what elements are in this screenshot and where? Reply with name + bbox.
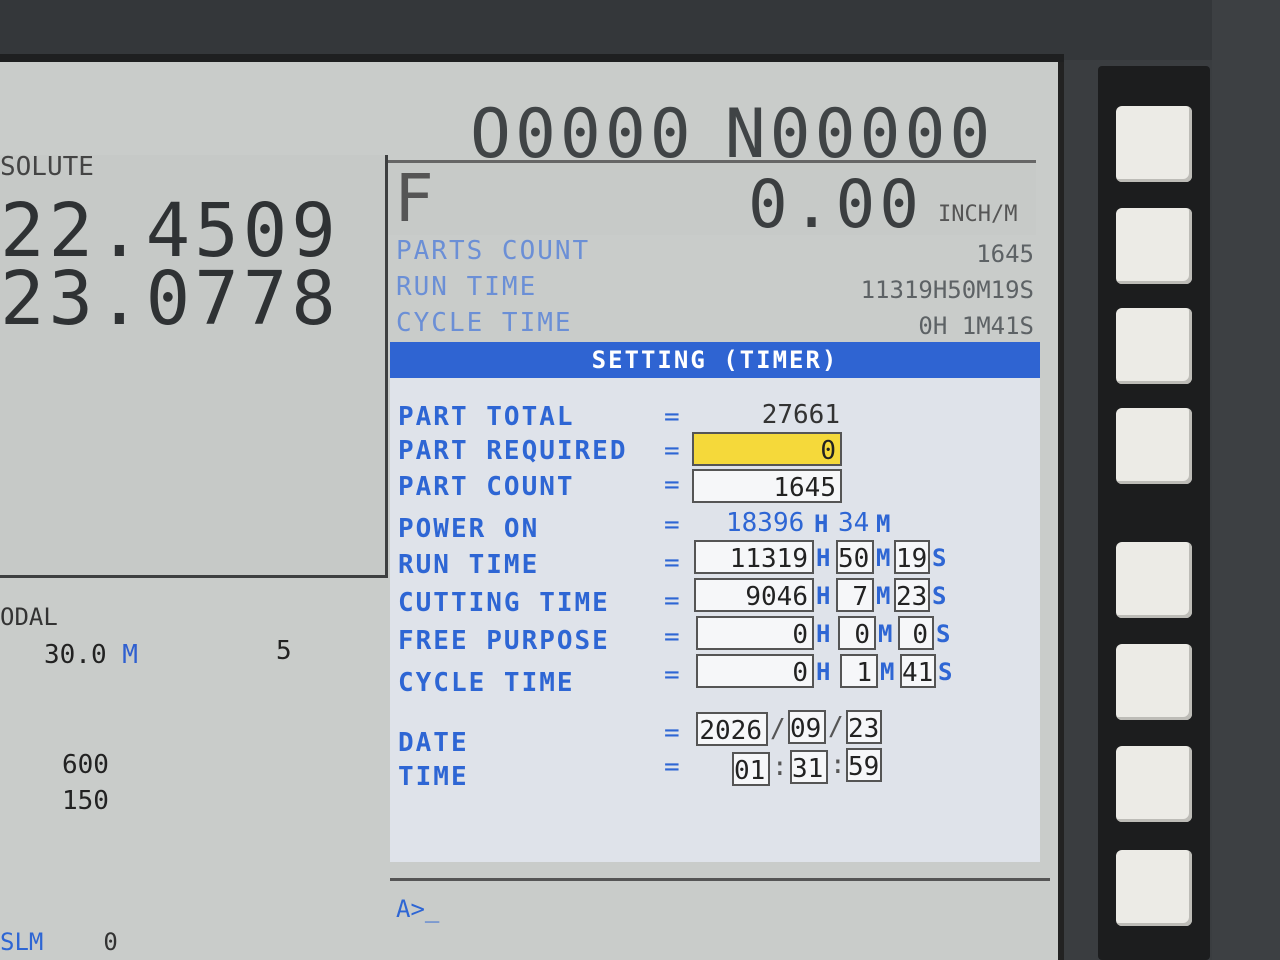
run-time-hours-field[interactable]: 11319 — [694, 540, 814, 574]
prompt-divider — [390, 878, 1050, 881]
minute-unit: M — [876, 582, 891, 610]
date-year-field[interactable]: 2026 — [696, 712, 768, 746]
hour-unit: H — [816, 658, 831, 686]
equals-sign: = — [664, 436, 680, 466]
free-purpose-minutes-field[interactable]: 0 — [838, 616, 876, 650]
power-on-minutes: 34 — [838, 508, 870, 538]
equals-sign: = — [664, 622, 680, 652]
minute-unit: M — [876, 544, 891, 572]
free-purpose-hours-field[interactable]: 0 — [696, 616, 814, 650]
modal-value-1: 600 — [62, 750, 109, 780]
part-count-label: PART COUNT — [398, 472, 575, 502]
part-total-value: 27661 — [761, 400, 840, 430]
time-label: TIME — [398, 762, 469, 792]
cycle-time-hours-field[interactable]: 0 — [696, 654, 814, 688]
run-time-label: RUN TIME — [396, 272, 538, 302]
softkey-7[interactable] — [1116, 746, 1192, 822]
part-total-label: PART TOTAL — [398, 402, 575, 432]
second-unit: S — [938, 658, 953, 686]
softkey-5[interactable] — [1116, 542, 1192, 618]
minute-unit: M — [880, 658, 895, 686]
cutting-time-minutes-field[interactable]: 7 — [836, 578, 874, 612]
cycle-time-label: CYCLE TIME — [396, 308, 573, 338]
absolute-title: SOLUTE — [0, 152, 94, 182]
cycle-time-value: 0H 1M41S — [918, 312, 1034, 340]
axis-2-value: 23.0778 — [0, 256, 340, 342]
run-time-minutes-field[interactable]: 50 — [836, 540, 874, 574]
second-unit: S — [932, 544, 947, 572]
feed-value: 0.00 — [748, 166, 923, 243]
free-purpose-label: FREE PURPOSE — [398, 626, 610, 656]
minute-unit: M — [876, 510, 891, 538]
softkey-3[interactable] — [1116, 308, 1192, 384]
cycle-time-minutes-field[interactable]: 1 — [840, 654, 878, 688]
second-unit: S — [936, 620, 951, 648]
parts-count-value: 1645 — [976, 240, 1034, 268]
equals-sign: = — [664, 510, 680, 540]
feed-letter: F — [394, 160, 434, 237]
softkey-1[interactable] — [1116, 106, 1192, 182]
time-second-field[interactable]: 59 — [846, 748, 882, 782]
time-hour-field[interactable]: 01 — [732, 752, 770, 786]
modal-title: ODAL — [0, 603, 58, 631]
monitor-bezel-top — [0, 0, 1280, 60]
hour-unit: H — [816, 620, 831, 648]
equals-sign: = — [664, 752, 680, 782]
hour-unit: H — [816, 582, 831, 610]
feed-unit: INCH/M — [938, 202, 1018, 227]
power-on-label: POWER ON — [398, 514, 540, 544]
monitor-right-edge — [1212, 0, 1280, 960]
free-purpose-seconds-field[interactable]: 0 — [898, 616, 934, 650]
date-separator: / — [828, 712, 844, 742]
run-time-value: 11319H50M19S — [860, 276, 1034, 304]
setting-timer-title: SETTING (TIMER) — [390, 342, 1040, 378]
equals-sign: = — [664, 548, 680, 578]
second-unit: S — [932, 582, 947, 610]
date-month-field[interactable]: 09 — [788, 710, 826, 744]
parts-count-label: PARTS COUNT — [396, 236, 591, 266]
cutting-time-seconds-field[interactable]: 23 — [894, 578, 930, 612]
part-required-field[interactable]: 0 — [692, 432, 842, 466]
cutting-time-label: CUTTING TIME — [398, 588, 610, 618]
modal-feed: 30.0 M — [44, 640, 138, 670]
equals-sign: = — [664, 660, 680, 690]
part-required-label: PART REQUIRED — [398, 436, 628, 466]
softkey-4[interactable] — [1116, 408, 1192, 484]
slm-readout: SLM 0 — [0, 928, 118, 956]
equals-sign: = — [664, 470, 680, 500]
time-minute-field[interactable]: 31 — [790, 750, 828, 784]
cycle-time-label-setting: CYCLE TIME — [398, 668, 575, 698]
run-time-label-setting: RUN TIME — [398, 550, 540, 580]
cycle-time-seconds-field[interactable]: 41 — [900, 654, 936, 688]
equals-sign: = — [664, 718, 680, 748]
softkey-strip — [1098, 66, 1210, 960]
command-prompt[interactable]: A>_ — [396, 895, 439, 923]
softkey-8[interactable] — [1116, 850, 1192, 926]
time-separator: : — [830, 750, 846, 780]
softkey-6[interactable] — [1116, 644, 1192, 720]
modal-right-value: 5 — [276, 636, 292, 666]
modal-value-2: 150 — [62, 786, 109, 816]
equals-sign: = — [664, 586, 680, 616]
power-on-hours: 18396 — [726, 508, 805, 538]
time-separator: : — [772, 752, 788, 782]
equals-sign: = — [664, 402, 680, 432]
hour-unit: H — [816, 544, 831, 572]
cutting-time-hours-field[interactable]: 9046 — [694, 578, 814, 612]
date-label: DATE — [398, 728, 469, 758]
minute-unit: M — [878, 620, 893, 648]
date-day-field[interactable]: 23 — [846, 710, 882, 744]
date-separator: / — [770, 714, 786, 744]
hour-unit: H — [814, 510, 829, 538]
run-time-seconds-field[interactable]: 19 — [894, 540, 930, 574]
softkey-2[interactable] — [1116, 208, 1192, 284]
part-count-field[interactable]: 1645 — [692, 469, 842, 503]
